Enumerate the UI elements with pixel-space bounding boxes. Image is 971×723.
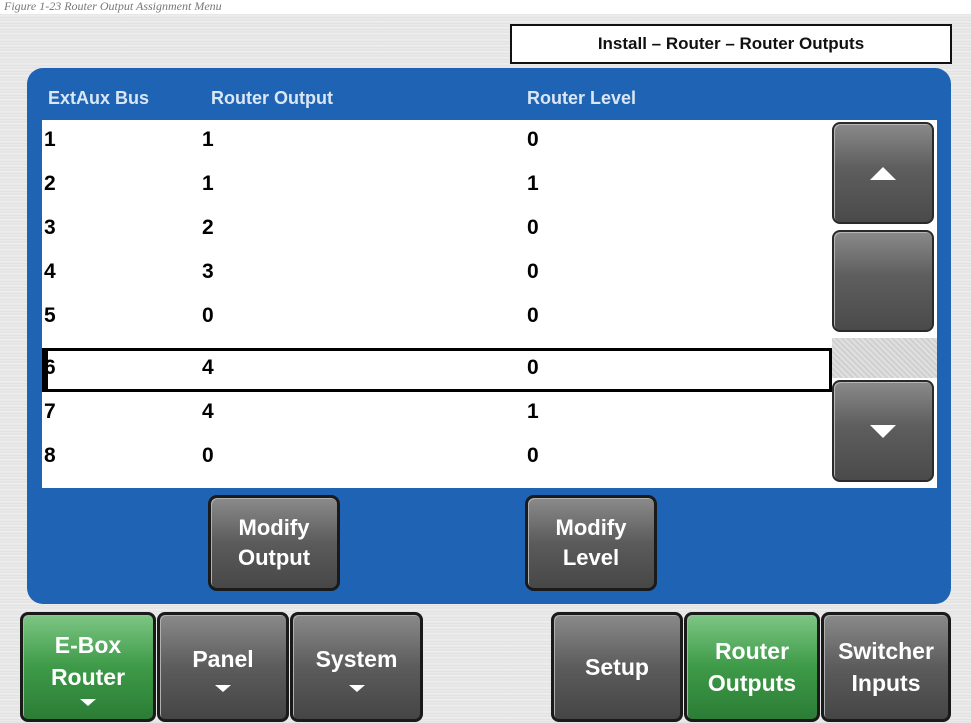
modify-output-label-2: Output — [237, 545, 311, 570]
table-row[interactable]: 2 1 1 — [42, 164, 832, 210]
router-outputs-button[interactable]: Router Outputs — [684, 612, 820, 722]
ebox-router-tab[interactable]: E-Box Router — [20, 612, 156, 722]
table-row[interactable]: 5 0 0 — [42, 296, 832, 342]
modify-level-label-2: Level — [562, 545, 620, 570]
modify-level-label-1: Modify — [555, 515, 627, 540]
level-cell: 0 — [527, 356, 539, 379]
chevron-down-icon — [348, 684, 365, 692]
output-cell: 4 — [202, 400, 214, 423]
table-row[interactable]: 4 3 0 — [42, 252, 832, 298]
level-cell: 0 — [527, 304, 539, 327]
ebox-router-label-1: E-Box — [54, 631, 122, 658]
triangle-down-icon — [870, 424, 896, 438]
system-tab[interactable]: System — [290, 612, 423, 722]
setup-label: Setup — [585, 654, 649, 680]
table-row[interactable]: 1 1 0 — [42, 120, 832, 166]
setup-button[interactable]: Setup — [551, 612, 683, 722]
table-row[interactable]: 3 2 0 — [42, 208, 832, 254]
column-header-router-output: Router Output — [211, 88, 333, 108]
modify-output-button[interactable]: Modify Output — [208, 495, 340, 591]
output-cell: 0 — [202, 444, 214, 467]
figure-caption: Figure 1-23 Router Output Assignment Men… — [0, 0, 971, 14]
bus-cell: 4 — [44, 260, 56, 283]
breadcrumb: Install – Router – Router Outputs — [510, 24, 952, 64]
router-outputs-label-2: Outputs — [707, 670, 797, 696]
switcher-inputs-button[interactable]: Switcher Inputs — [821, 612, 951, 722]
scroll-track[interactable] — [832, 338, 937, 378]
router-outputs-label-1: Router — [714, 638, 790, 664]
scroll-track-button[interactable] — [832, 230, 934, 332]
output-cell: 3 — [202, 260, 214, 283]
table-row[interactable]: 7 4 1 — [42, 392, 832, 438]
bus-cell: 1 — [44, 128, 56, 151]
output-cell: 2 — [202, 216, 214, 239]
level-cell: 1 — [527, 400, 539, 423]
switcher-inputs-label-1: Switcher — [838, 638, 934, 664]
table-row-selected[interactable]: 6 4 0 — [42, 348, 832, 392]
bus-cell: 3 — [44, 216, 56, 239]
scroll-up-button[interactable] — [832, 122, 934, 224]
modify-level-button[interactable]: Modify Level — [525, 495, 657, 591]
modify-output-label-1: Modify — [238, 515, 310, 540]
panel-label: Panel — [192, 645, 254, 672]
system-label: System — [315, 645, 398, 672]
output-cell: 0 — [202, 304, 214, 327]
level-cell: 0 — [527, 444, 539, 467]
chevron-down-icon — [80, 698, 96, 706]
output-cell: 4 — [202, 356, 214, 379]
level-cell: 0 — [527, 128, 539, 151]
bus-cell: 8 — [44, 444, 56, 467]
ebox-router-label-2: Router — [50, 663, 126, 690]
switcher-inputs-label-2: Inputs — [851, 670, 921, 696]
level-cell: 0 — [527, 260, 539, 283]
table-row[interactable]: 8 0 0 — [42, 436, 832, 482]
bus-cell: 6 — [44, 356, 56, 379]
bus-cell: 7 — [44, 400, 56, 423]
output-cell: 1 — [202, 172, 214, 195]
bus-cell: 2 — [44, 172, 56, 195]
bus-cell: 5 — [44, 304, 56, 327]
level-cell: 0 — [527, 216, 539, 239]
output-cell: 1 — [202, 128, 214, 151]
triangle-up-icon — [870, 166, 896, 180]
column-header-router-level: Router Level — [527, 88, 637, 108]
level-cell: 1 — [527, 172, 539, 195]
chevron-down-icon — [215, 684, 231, 692]
panel-tab[interactable]: Panel — [157, 612, 289, 722]
column-header-extaux-bus: ExtAux Bus — [48, 88, 150, 108]
scroll-down-button[interactable] — [832, 380, 934, 482]
router-output-table: 1 1 0 2 1 1 3 2 0 4 3 0 5 0 0 6 4 0 7 4 … — [42, 120, 937, 488]
